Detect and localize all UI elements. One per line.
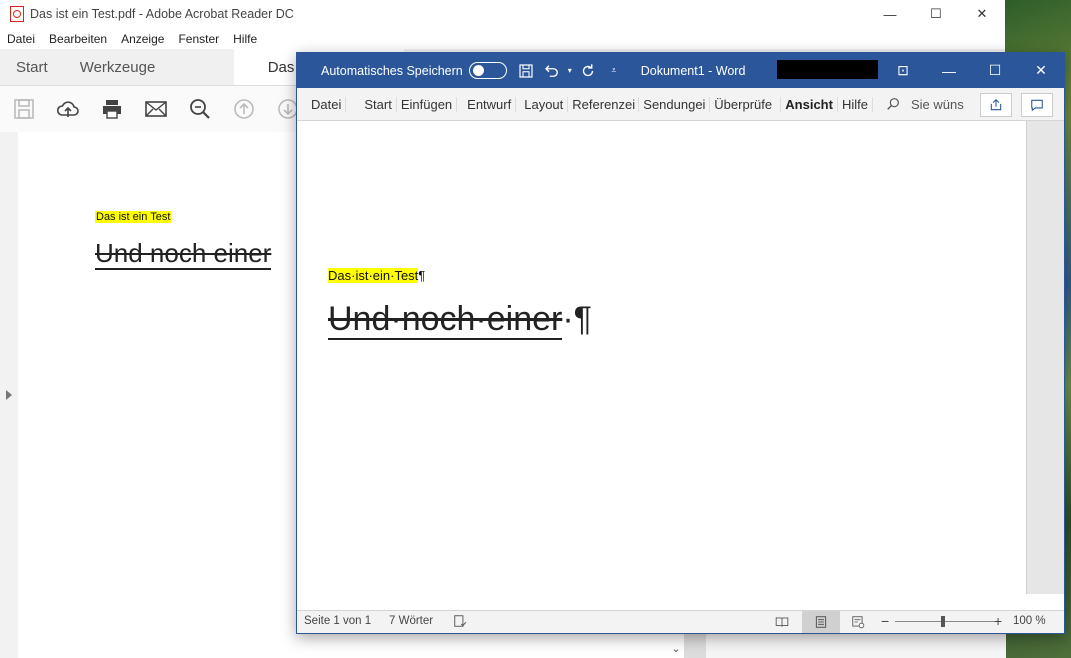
zoom-in-button[interactable]: +	[994, 613, 1002, 629]
close-button[interactable]: ✕	[1018, 53, 1064, 88]
upload-cloud-icon[interactable]	[46, 86, 90, 132]
tab-datei[interactable]: Datei	[307, 96, 347, 112]
word-titlebar: Automatisches Speichern ▾ ⩡ Dokument1 - …	[297, 53, 1064, 88]
web-layout-icon[interactable]	[839, 611, 877, 633]
undo-icon[interactable]	[539, 53, 565, 88]
paragraph-mark: ¶	[418, 268, 426, 283]
tab-start[interactable]: Start	[346, 96, 397, 112]
word-strikethrough-text: Und·noch·einer	[328, 300, 563, 340]
word-window: Automatisches Speichern ▾ ⩡ Dokument1 - …	[296, 52, 1065, 634]
page-up-icon[interactable]	[222, 86, 266, 132]
zoom-out-button[interactable]: −	[881, 613, 889, 629]
undo-dropdown-icon[interactable]: ▾	[565, 53, 575, 88]
zoom-slider-track[interactable]	[895, 621, 995, 622]
zoom-search-icon[interactable]	[178, 86, 222, 132]
comment-icon	[1031, 99, 1043, 112]
word-document-title: Dokument1 - Word	[640, 63, 746, 78]
customize-toolbar-icon[interactable]: ⩡	[601, 53, 627, 88]
autosave-label: Automatisches Speichern	[321, 63, 463, 78]
tab-hilfe[interactable]: Hilfe	[838, 96, 873, 112]
acrobat-window-title: Das ist ein Test.pdf - Adobe Acrobat Rea…	[30, 7, 294, 21]
acrobat-pdf-icon	[10, 6, 24, 22]
save-icon[interactable]	[513, 53, 539, 88]
word-line-1: Das·ist·ein·Test¶	[328, 268, 425, 283]
paragraph-mark: ·¶	[562, 300, 592, 338]
read-mode-icon[interactable]	[763, 611, 801, 633]
tab-referenzen[interactable]: Referenzei	[568, 96, 640, 112]
tab-entwurf[interactable]: Entwurf	[457, 96, 517, 112]
menu-fenster[interactable]: Fenster	[171, 32, 226, 46]
word-line-2: Und·noch·einer·¶	[328, 299, 592, 340]
word-highlighted-text: Das·ist·ein·Test	[328, 268, 419, 283]
tab-ueberpruefen[interactable]: Überprüfe	[710, 96, 782, 112]
word-ribbon-tabs: Datei Start Einfügen Entwurf Layout Refe…	[297, 88, 1064, 121]
tab-ansicht[interactable]: Ansicht	[781, 96, 838, 112]
ribbon-display-options-icon[interactable]: ⊡	[880, 53, 926, 88]
tab-einfuegen[interactable]: Einfügen	[397, 96, 458, 112]
maximize-button[interactable]: ☐	[972, 53, 1018, 88]
comments-button[interactable]	[1021, 93, 1053, 117]
menu-anzeige[interactable]: Anzeige	[114, 32, 171, 46]
menu-bearbeiten[interactable]: Bearbeiten	[42, 32, 114, 46]
pdf-highlighted-text: Das ist ein Test	[95, 211, 172, 223]
share-button[interactable]	[980, 93, 1012, 117]
tab-sendungen[interactable]: Sendungei	[639, 96, 711, 112]
zoom-slider-thumb[interactable]	[941, 616, 945, 627]
tab-layout[interactable]: Layout	[516, 96, 569, 112]
maximize-button[interactable]: ☐	[913, 0, 959, 28]
tab-start[interactable]: Start	[0, 49, 64, 85]
acrobat-titlebar: Das ist ein Test.pdf - Adobe Acrobat Rea…	[0, 0, 1005, 28]
scroll-down-icon[interactable]: ⌄	[668, 638, 684, 658]
pdf-strikethrough-text: Und noch einer	[95, 238, 272, 270]
tell-me-search[interactable]: Sie wüns	[885, 96, 964, 112]
tab-werkzeuge[interactable]: Werkzeuge	[64, 49, 234, 85]
proofing-icon[interactable]	[453, 614, 467, 631]
search-icon	[887, 98, 899, 110]
share-icon	[990, 99, 1002, 111]
mail-icon[interactable]	[134, 86, 178, 132]
save-icon[interactable]	[2, 86, 46, 132]
left-panel-rail[interactable]	[0, 132, 19, 658]
menu-hilfe[interactable]: Hilfe	[226, 32, 264, 46]
expand-panel-icon[interactable]	[6, 390, 12, 400]
zoom-level[interactable]: 100 %	[1013, 615, 1046, 627]
redo-icon[interactable]	[575, 53, 601, 88]
word-statusbar: Seite 1 von 1 7 Wörter − + 100 %	[297, 610, 1064, 633]
autosave-toggle[interactable]	[468, 62, 507, 79]
page-count[interactable]: Seite 1 von 1	[304, 615, 371, 627]
redacted-account-name	[777, 60, 878, 79]
print-icon[interactable]	[90, 86, 134, 132]
minimize-button[interactable]: —	[926, 53, 972, 88]
print-layout-icon[interactable]	[802, 611, 840, 633]
word-count[interactable]: 7 Wörter	[389, 615, 433, 627]
tell-me-placeholder: Sie wüns	[910, 96, 964, 112]
close-button[interactable]: ✕	[959, 0, 1005, 28]
menu-datei[interactable]: Datei	[0, 32, 42, 46]
word-document-canvas[interactable]: Das·ist·ein·Test¶ Und·noch·einer·¶	[297, 121, 1027, 594]
acrobat-menubar: Datei Bearbeiten Anzeige Fenster Hilfe	[0, 28, 1005, 49]
minimize-button[interactable]: —	[867, 0, 913, 28]
word-vertical-scrollbar[interactable]	[1026, 121, 1064, 594]
